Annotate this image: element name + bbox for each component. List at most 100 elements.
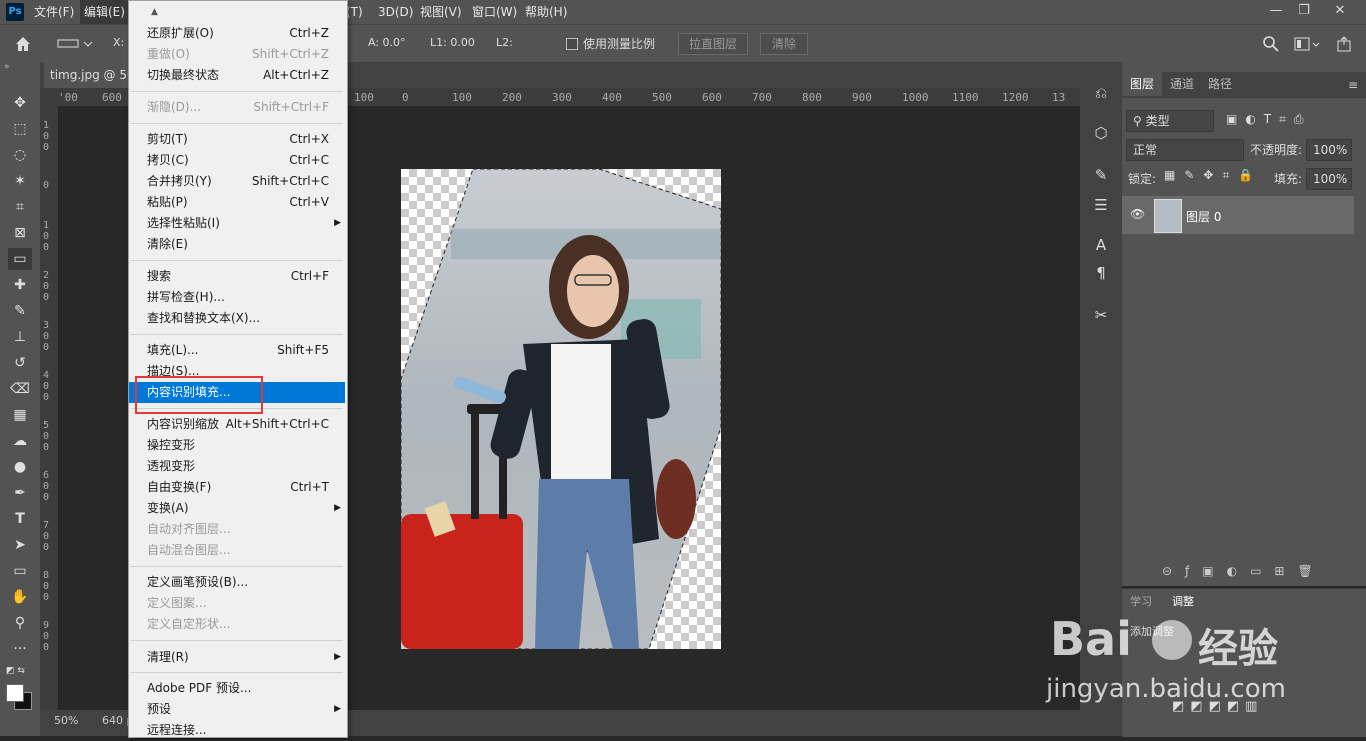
menu-item-copy[interactable]: 拷贝(C) Ctrl+C [129, 150, 345, 171]
use-scale-checkbox[interactable] [566, 38, 578, 50]
menu-item-toggle-last-state[interactable]: 切换最终状态 Alt+Ctrl+Z [129, 65, 345, 86]
use-scale-label: 使用测量比例 [583, 37, 656, 51]
menu-separator [131, 260, 343, 261]
zoom-tool-icon[interactable]: ⚲ [8, 612, 32, 634]
frame-tool-icon[interactable]: ⊠ [8, 222, 32, 244]
menu-edit[interactable]: 编辑(E) [80, 0, 129, 24]
more-tools-icon[interactable]: ··· [8, 638, 32, 660]
menu-item-cut[interactable]: 剪切(T) Ctrl+X [129, 129, 345, 150]
menu-item-paste-special[interactable]: 选择性粘贴(I) ▶ [129, 213, 345, 234]
layer-filter-select[interactable]: ⚲ 类型 [1126, 110, 1214, 132]
close-button[interactable]: ✕ [1324, 0, 1356, 24]
tab-learn[interactable]: 学习 [1130, 593, 1152, 609]
opacity-label: 不透明度: [1250, 143, 1303, 157]
ruler-tick: 500 [652, 91, 672, 104]
menu-view[interactable]: 视图(V) [416, 0, 466, 24]
eye-icon[interactable]: 👁 [1130, 207, 1145, 221]
gradient-tool-icon[interactable]: ▦ [8, 404, 32, 426]
layer-name[interactable]: 图层 0 [1186, 208, 1221, 225]
menu-item-spell-check[interactable]: 拼写检查(H)... [129, 287, 345, 308]
magic-wand-tool-icon[interactable]: ✶ [8, 170, 32, 192]
menu-item-remote-connections[interactable]: 远程连接... [129, 720, 345, 741]
ruler-tool-icon[interactable] [56, 37, 96, 51]
path-selection-tool-icon[interactable]: ➤ [8, 534, 32, 556]
menu-item-copy-merged[interactable]: 合并拷贝(Y) Shift+Ctrl+C [129, 171, 345, 192]
lock-icons[interactable]: ▦✎✥⌗🔒 [1164, 168, 1262, 183]
hand-tool-icon[interactable]: ✋ [8, 586, 32, 608]
ruler-tick: 0 [402, 91, 409, 104]
layer-row[interactable]: 👁 图层 0 [1122, 196, 1354, 234]
menu-help[interactable]: 帮助(H) [521, 0, 571, 24]
blur-tool-icon[interactable]: ☁ [8, 430, 32, 452]
menu-item-clear[interactable]: 清除(E) [129, 234, 345, 255]
foreground-color-swatch[interactable] [6, 684, 24, 702]
panel-menu-icon[interactable]: ≡ [1348, 78, 1358, 92]
menu-item-find-replace[interactable]: 查找和替换文本(X)... [129, 308, 345, 329]
history-brush-tool-icon[interactable]: ↺ [8, 352, 32, 374]
menu-item-pdf-presets[interactable]: Adobe PDF 预设... [129, 678, 345, 699]
l1-readout: L1: 0.00 [430, 36, 475, 49]
default-colors-icon[interactable]: ◩ ⇆ [6, 666, 25, 676]
healing-brush-tool-icon[interactable]: ✚ [8, 274, 32, 296]
share-icon[interactable] [1336, 35, 1356, 53]
paragraph-icon[interactable]: ¶ [1090, 262, 1112, 284]
ruler-tick: 4 0 0 [43, 370, 50, 403]
clear-button[interactable]: 清除 [760, 33, 808, 55]
scroll-up-icon[interactable]: ▲ [151, 7, 158, 17]
tab-paths[interactable]: 路径 [1200, 72, 1240, 96]
pen-tool-icon[interactable]: ✒ [8, 482, 32, 504]
tab-layers[interactable]: 图层 [1122, 72, 1163, 96]
menu-window[interactable]: 窗口(W) [468, 0, 521, 24]
stamp-tool-icon[interactable]: ⊥ [8, 326, 32, 348]
type-tool-icon[interactable]: T [8, 508, 32, 530]
brush-settings-icon[interactable]: ✎ [1090, 164, 1112, 186]
fill-field[interactable]: 100% [1306, 168, 1352, 190]
straighten-button[interactable]: 拉直图层 [678, 33, 748, 55]
zoom-level[interactable]: 50% [54, 714, 78, 727]
layer-actions-bar[interactable]: ⊝ƒ▣◐▭⊞🗑 [1162, 564, 1326, 578]
menu-item-define-brush[interactable]: 定义画笔预设(B)... [129, 572, 345, 593]
3d-icon[interactable]: ⬡ [1090, 122, 1112, 144]
document-image[interactable] [401, 169, 721, 649]
baidu-watermark: Bai 经验 jingyan.baidu.com [1030, 612, 1360, 712]
adjustments-icon[interactable]: ☰ [1090, 194, 1112, 216]
collapse-icon[interactable]: » [4, 62, 10, 72]
crop-tool-icon[interactable]: ⌗ [8, 196, 32, 218]
menu-3d[interactable]: 3D(D) [374, 0, 417, 24]
menu-item-free-transform[interactable]: 自由变换(F) Ctrl+T [129, 477, 345, 498]
lasso-tool-icon[interactable]: ◌ [8, 144, 32, 166]
restore-button[interactable]: ❐ [1288, 0, 1320, 24]
blend-mode-select[interactable]: 正常 [1126, 139, 1244, 161]
menu-item-undo[interactable]: 还原扩展(O) Ctrl+Z [129, 23, 345, 44]
shape-tool-icon[interactable]: ▭ [8, 560, 32, 582]
eraser-tool-icon[interactable]: ⌫ [8, 378, 32, 400]
tool-presets-icon[interactable]: ✂ [1090, 304, 1112, 326]
menu-item-puppet-warp[interactable]: 操控变形 [129, 435, 345, 456]
menu-item-transform[interactable]: 变换(A) ▶ [129, 498, 345, 519]
tab-adjustments[interactable]: 调整 [1172, 593, 1194, 609]
history-icon[interactable]: ⎌ [1090, 82, 1112, 104]
layer-filter-icons[interactable]: ▣◐T⌗⎙ [1226, 112, 1312, 127]
move-tool-icon[interactable]: ✥ [8, 92, 32, 114]
marquee-tool-icon[interactable]: ⬚ [8, 118, 32, 140]
menu-item-purge[interactable]: 清理(R) ▶ [129, 647, 345, 668]
tab-channels[interactable]: 通道 [1162, 72, 1202, 96]
ruler-tool-icon[interactable]: ▭ [8, 248, 32, 270]
menu-item-perspective-warp[interactable]: 透视变形 [129, 456, 345, 477]
character-icon[interactable]: A [1090, 234, 1112, 256]
menu-item-presets[interactable]: 预设 ▶ [129, 699, 345, 720]
x-label: X: [113, 36, 125, 49]
menu-item-content-aware-scale[interactable]: 内容识别缩放 Alt+Shift+Ctrl+C [129, 414, 345, 435]
opacity-field[interactable]: 100% [1306, 139, 1352, 161]
search-icon[interactable] [1262, 35, 1280, 53]
brush-tool-icon[interactable]: ✎ [8, 300, 32, 322]
menu-item-paste[interactable]: 粘贴(P) Ctrl+V [129, 192, 345, 213]
menu-item-search[interactable]: 搜索 Ctrl+F [129, 266, 345, 287]
document-tab[interactable]: timg.jpg @ 50 [44, 62, 140, 88]
menu-file[interactable]: 文件(F) [30, 0, 78, 24]
photo-illustration [401, 169, 721, 649]
home-icon[interactable] [12, 33, 34, 55]
dodge-tool-icon[interactable]: ● [8, 456, 32, 478]
menu-item-fill[interactable]: 填充(L)... Shift+F5 [129, 340, 345, 361]
workspace-icon[interactable] [1294, 35, 1320, 53]
